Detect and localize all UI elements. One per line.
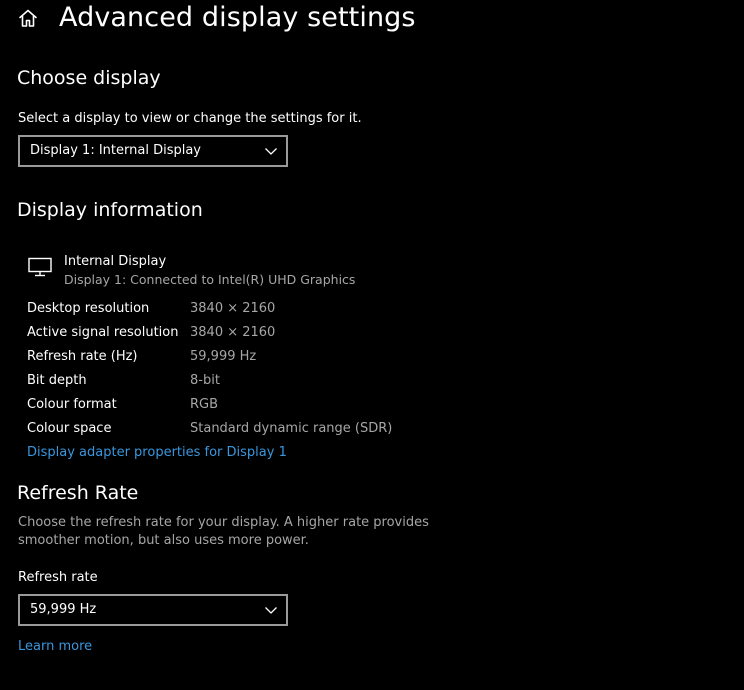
refresh-rate-description-line1: Choose the refresh rate for your display… [18, 515, 429, 530]
refresh-rate-heading: Refresh Rate [17, 482, 139, 504]
info-row-bit-depth: Bit depth 8-bit [27, 371, 447, 395]
info-value: 3840 × 2160 [190, 325, 276, 340]
chevron-down-icon [265, 148, 277, 155]
info-row-colour-format: Colour format RGB [27, 395, 447, 419]
info-label: Colour space [27, 421, 112, 436]
refresh-rate-field-label: Refresh rate [18, 570, 98, 585]
info-value: Standard dynamic range (SDR) [190, 421, 393, 436]
info-label: Desktop resolution [27, 301, 150, 316]
choose-display-heading: Choose display [17, 67, 161, 89]
monitor-icon [28, 257, 52, 277]
page-title: Advanced display settings [59, 2, 416, 33]
display-info-table: Desktop resolution 3840 × 2160 Active si… [27, 299, 447, 443]
info-value: RGB [190, 397, 219, 412]
info-label: Refresh rate (Hz) [27, 349, 138, 364]
info-label: Bit depth [27, 373, 87, 388]
info-row-colour-space: Colour space Standard dynamic range (SDR… [27, 419, 447, 443]
info-row-refresh-rate: Refresh rate (Hz) 59,999 Hz [27, 347, 447, 371]
display-name: Internal Display [64, 254, 167, 269]
home-icon[interactable] [17, 7, 39, 29]
info-value: 8-bit [190, 373, 220, 388]
choose-display-description: Select a display to view or change the s… [18, 111, 362, 126]
info-row-active-signal-resolution: Active signal resolution 3840 × 2160 [27, 323, 447, 347]
display-select-dropdown[interactable]: Display 1: Internal Display [18, 135, 288, 167]
learn-more-link[interactable]: Learn more [18, 638, 92, 656]
info-value: 59,999 Hz [190, 349, 257, 364]
info-value: 3840 × 2160 [190, 301, 276, 316]
refresh-rate-dropdown[interactable]: 59,999 Hz [18, 594, 288, 626]
display-adapter-properties-link[interactable]: Display adapter properties for Display 1 [27, 444, 287, 462]
display-select-value: Display 1: Internal Display [30, 143, 201, 158]
chevron-down-icon [265, 607, 277, 614]
info-row-desktop-resolution: Desktop resolution 3840 × 2160 [27, 299, 447, 323]
info-label: Active signal resolution [27, 325, 179, 340]
display-information-heading: Display information [17, 199, 203, 221]
display-connection-info: Display 1: Connected to Intel(R) UHD Gra… [64, 272, 356, 287]
refresh-rate-value: 59,999 Hz [30, 602, 97, 617]
info-label: Colour format [27, 397, 117, 412]
refresh-rate-description-line2: smoother motion, but also uses more powe… [18, 533, 309, 548]
